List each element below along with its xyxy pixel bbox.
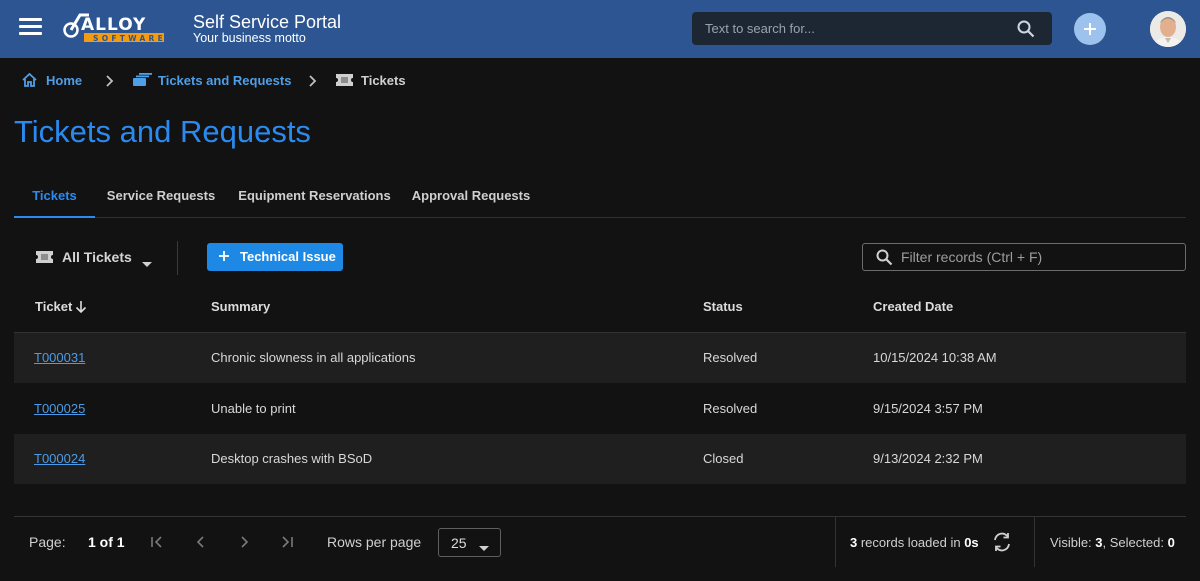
tab-bar: Tickets Service Requests Equipment Reser… bbox=[14, 178, 1186, 218]
plus-icon bbox=[1084, 23, 1096, 35]
page-indicator: 1 of 1 bbox=[88, 534, 125, 550]
portal-motto: Your business motto bbox=[193, 31, 306, 45]
footer-divider bbox=[835, 517, 836, 567]
tab-service-requests[interactable]: Service Requests bbox=[102, 178, 220, 218]
breadcrumb-home[interactable]: Home bbox=[46, 73, 82, 88]
pagination-footer: Page: 1 of 1 Rows per page 25 3 records … bbox=[14, 516, 1186, 567]
ticket-status: Resolved bbox=[703, 350, 758, 365]
ticket-summary: Unable to print bbox=[211, 401, 296, 416]
portal-title: Self Service Portal bbox=[193, 12, 342, 32]
user-avatar[interactable] bbox=[1150, 11, 1186, 47]
ticket-id-link[interactable]: T000031 bbox=[34, 350, 85, 365]
home-icon[interactable] bbox=[21, 72, 38, 91]
refresh-icon[interactable] bbox=[991, 531, 1013, 553]
ticket-icon bbox=[35, 249, 54, 270]
column-header-ticket[interactable]: Ticket bbox=[35, 299, 87, 314]
last-page-icon[interactable] bbox=[278, 533, 296, 551]
breadcrumb-tickets-and-requests[interactable]: Tickets and Requests bbox=[158, 73, 291, 88]
ticket-summary: Desktop crashes with BSoD bbox=[211, 451, 373, 466]
next-page-icon[interactable] bbox=[235, 533, 253, 551]
alloy-logo[interactable]: ALLOY SOFTWARE bbox=[62, 13, 166, 45]
toolbar-divider bbox=[177, 241, 178, 275]
footer-divider bbox=[1034, 517, 1035, 567]
tickets-requests-icon[interactable] bbox=[132, 72, 153, 91]
chevron-right-icon bbox=[104, 74, 114, 91]
ticket-created-date: 10/15/2024 10:38 AM bbox=[873, 350, 997, 365]
rows-per-page-select[interactable]: 25 bbox=[438, 528, 501, 557]
table-row[interactable]: T000024 Desktop crashes with BSoD Closed… bbox=[14, 434, 1186, 484]
add-new-button[interactable] bbox=[1074, 13, 1106, 45]
column-header-created-date[interactable]: Created Date bbox=[873, 299, 953, 314]
column-header-status[interactable]: Status bbox=[703, 299, 743, 314]
ticket-created-date: 9/13/2024 2:32 PM bbox=[873, 451, 983, 466]
hamburger-menu-icon[interactable] bbox=[19, 18, 42, 38]
filter-box bbox=[862, 243, 1186, 271]
sort-arrow-down-icon bbox=[75, 300, 87, 316]
previous-page-icon[interactable] bbox=[192, 533, 210, 551]
visible-selected-status: Visible: 3, Selected: 0 bbox=[1050, 535, 1175, 550]
first-page-icon[interactable] bbox=[148, 533, 166, 551]
rows-per-page-label: Rows per page bbox=[327, 534, 422, 550]
chevron-right-icon bbox=[307, 74, 317, 91]
top-app-bar: ALLOY SOFTWARE Self Service Portal Your … bbox=[0, 0, 1200, 58]
svg-text:SOFTWARE: SOFTWARE bbox=[93, 34, 166, 43]
new-button-label: Technical Issue bbox=[240, 249, 336, 264]
search-icon bbox=[876, 249, 893, 271]
records-loaded-status: 3 records loaded in 0s bbox=[850, 535, 979, 550]
plus-icon bbox=[218, 250, 230, 265]
tab-approval-requests[interactable]: Approval Requests bbox=[408, 178, 534, 218]
rows-per-page-value: 25 bbox=[451, 535, 467, 551]
tab-tickets[interactable]: Tickets bbox=[14, 178, 95, 218]
search-icon[interactable] bbox=[1017, 20, 1035, 43]
ticket-created-date: 9/15/2024 3:57 PM bbox=[873, 401, 983, 416]
ticket-id-link[interactable]: T000025 bbox=[34, 401, 85, 416]
filter-records-input[interactable] bbox=[901, 244, 1181, 270]
svg-text:ALLOY: ALLOY bbox=[81, 15, 146, 35]
page-label: Page: bbox=[29, 534, 66, 550]
caret-down-icon bbox=[479, 539, 489, 557]
table-row[interactable]: T000025 Unable to print Resolved 9/15/20… bbox=[14, 384, 1186, 434]
search-input[interactable] bbox=[692, 12, 1012, 45]
tab-equipment-reservations[interactable]: Equipment Reservations bbox=[234, 178, 395, 218]
ticket-status: Closed bbox=[703, 451, 744, 466]
page-title: Tickets and Requests bbox=[14, 114, 311, 149]
ticket-summary: Chronic slowness in all applications bbox=[211, 350, 416, 365]
view-selector-label: All Tickets bbox=[62, 249, 132, 265]
new-technical-issue-button[interactable]: Technical Issue bbox=[207, 243, 343, 271]
table-row[interactable]: T000031 Chronic slowness in all applicat… bbox=[14, 333, 1186, 383]
ticket-status: Resolved bbox=[703, 401, 758, 416]
breadcrumb-tickets: Tickets bbox=[361, 73, 406, 88]
caret-down-icon bbox=[142, 255, 152, 273]
global-search bbox=[692, 12, 1052, 45]
ticket-id-link[interactable]: T000024 bbox=[34, 451, 85, 466]
ticket-icon bbox=[335, 72, 354, 91]
column-header-summary[interactable]: Summary bbox=[211, 299, 270, 314]
